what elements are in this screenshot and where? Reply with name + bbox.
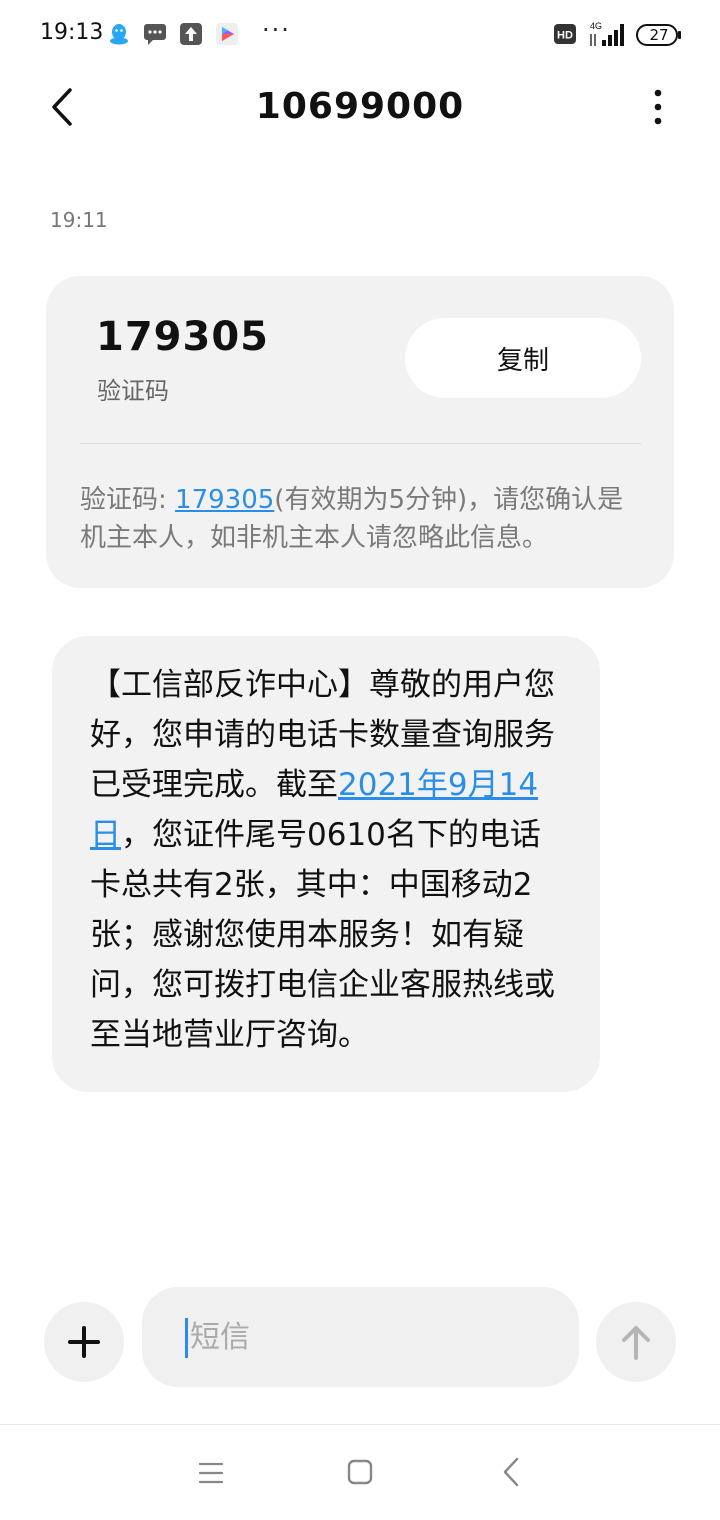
input-placeholder: 短信: [190, 1320, 250, 1355]
conversation-title: 10699000: [255, 86, 465, 127]
signal-icon: 4G: [590, 21, 624, 46]
svg-text:4G: 4G: [590, 21, 602, 31]
plus-icon: [68, 1326, 100, 1358]
message-icon: [144, 24, 166, 45]
message-timestamp: 19:11: [50, 208, 108, 232]
menu-icon[interactable]: [198, 1460, 224, 1486]
card-divider: [80, 443, 641, 444]
add-attachment-button[interactable]: [44, 1302, 124, 1382]
notice-message-text: 【工信部反诈中心】尊敬的用户您好，您申请的电话卡数量查询服务已受理完成。截至20…: [90, 660, 570, 1060]
nav-divider: [0, 1424, 720, 1425]
notice-text-after: ，您证件尾号0610名下的电话卡总共有2张，其中：中国移动2张；感谢您使用本服务…: [90, 817, 555, 1053]
qq-icon: [110, 24, 128, 45]
back-triangle-icon[interactable]: [500, 1456, 522, 1488]
verification-code: 179305: [96, 314, 269, 360]
text-cursor: [185, 1318, 188, 1358]
svg-text:HD: HD: [557, 30, 573, 42]
battery-level: 27: [649, 26, 669, 44]
verification-code-link[interactable]: 179305: [175, 485, 274, 515]
back-arrow-icon[interactable]: [44, 86, 80, 128]
verification-text-prefix: 验证码:: [80, 485, 176, 515]
copy-button[interactable]: 复制: [405, 318, 641, 398]
verification-code-label: 验证码: [97, 377, 169, 405]
send-button[interactable]: [596, 1302, 676, 1382]
more-vertical-icon[interactable]: [640, 86, 676, 128]
verification-message-text: 验证码: 179305(有效期为5分钟)，请您确认是机主本人，如非机主本人请忽略…: [80, 481, 640, 557]
status-time: 19:13: [40, 20, 104, 45]
hd-icon: HD: [554, 24, 576, 44]
more-notifications-dots: ···: [262, 16, 291, 44]
upload-icon: [180, 23, 202, 45]
video-play-icon: [216, 23, 238, 45]
home-square-icon[interactable]: [346, 1458, 374, 1486]
send-arrow-icon: [622, 1326, 650, 1360]
